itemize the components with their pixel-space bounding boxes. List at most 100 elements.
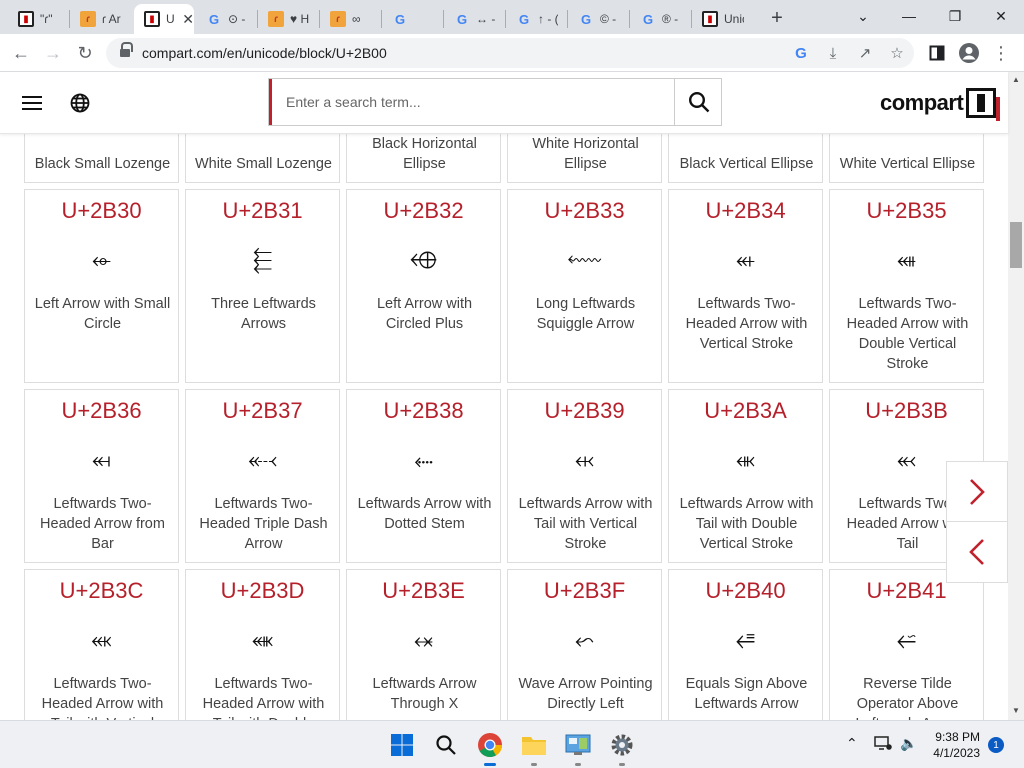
character-name: Leftwards Two-Headed Arrow with Tail wit… [41,676,164,720]
google-favicon-icon: G [456,11,468,27]
character-code[interactable]: U+2B37 [186,398,339,424]
clock[interactable]: 9:38 PM 4/1/2023 [924,729,980,761]
character-card[interactable]: U+2B3C ⬼ Leftwards Two-Headed Arrow with T… [24,569,179,720]
character-card[interactable]: U+2B38 ⬸ Leftwards Arrow with Dotted Stem [346,389,501,563]
browser-tab[interactable]: G [382,4,442,34]
character-code[interactable]: U+2B31 [186,198,339,224]
character-code[interactable]: U+2B34 [669,198,822,224]
search-input[interactable] [272,79,674,125]
minimize-button[interactable]: — [886,0,932,32]
windows-start-icon[interactable] [386,729,418,761]
character-card[interactable]: U+2B34 ⬴ Leftwards Two-Headed Arrow with V… [668,189,823,383]
character-name: Leftwards Two-Headed Arrow with Double V… [846,296,969,372]
hamburger-menu-icon[interactable] [22,96,42,110]
address-bar[interactable]: compart.com/en/unicode/block/U+2B00 G ⤓ … [106,38,914,68]
scroll-up-icon[interactable]: ▲ [1012,75,1020,84]
scroll-down-icon[interactable]: ▼ [1012,706,1020,715]
bookmark-star-icon[interactable]: ☆ [886,42,908,64]
character-code[interactable]: U+2B36 [25,398,178,424]
character-name: Leftwards Arrow with Dotted Stem [357,496,492,532]
browser-tab[interactable]: G ↑ - ( [506,4,566,34]
character-code[interactable]: U+2B40 [669,578,822,604]
character-card[interactable]: U+2B3F ⬿ Wave Arrow Pointing Directly Left [507,569,662,720]
character-code[interactable]: U+2B39 [508,398,661,424]
character-code[interactable]: U+2B3C [25,578,178,604]
character-code[interactable]: U+2B3B [830,398,983,424]
character-code[interactable]: U+2B3D [186,578,339,604]
character-code[interactable]: U+2B38 [347,398,500,424]
compart-favicon-icon: ▮ [702,11,718,27]
browser-tab[interactable]: G ⊙ - [196,4,256,34]
menu-kebab-icon[interactable]: ⋮ [988,40,1014,66]
forward-button[interactable]: → [40,40,66,66]
browser-tab[interactable]: ▮ Unic [692,4,756,34]
close-window-button[interactable]: ✕ [978,0,1024,32]
tab-search-button[interactable]: ⌄ [840,0,886,32]
back-button[interactable]: ← [8,40,34,66]
show-hidden-icons-chevron-icon[interactable]: ⌃ [846,735,858,752]
compart-logo[interactable]: compart [880,86,1001,121]
character-card[interactable]: U+2B3D ⬽ Leftwards Two-Headed Arrow with T… [185,569,340,720]
notification-badge[interactable]: 1 [988,737,1004,753]
settings-gear-icon[interactable] [606,729,638,761]
character-card[interactable]: U+2B35 ⬵ Leftwards Two-Headed Arrow with D… [829,189,984,383]
browser-tab[interactable]: ɾ ♥ H [258,4,318,34]
explorer-running-indicator [531,763,537,766]
google-lens-icon[interactable]: G [790,42,812,64]
reload-button[interactable]: ↻ [72,40,98,66]
logo-mark [966,88,1001,121]
character-code[interactable]: U+2B33 [508,198,661,224]
character-card[interactable]: U+2B31 ⬱ Three Leftwards Arrows [185,189,340,383]
volume-icon[interactable]: 🔈 [900,735,917,752]
character-code[interactable]: U+2B3F [508,578,661,604]
character-name: Leftwards Arrow with Tail with Vertical … [518,496,653,552]
character-card[interactable]: U+2B30 ⬰ Left Arrow with Small Circle [24,189,179,383]
previous-button[interactable] [946,521,1008,583]
clock-time: 9:38 PM [935,730,980,744]
install-app-icon[interactable]: ⤓ [822,42,844,64]
browser-tab[interactable]: ɾ ∞ [320,4,380,34]
new-tab-button[interactable]: + [764,5,790,31]
character-code[interactable]: U+2B3E [347,578,500,604]
character-card[interactable]: U+2B41⭁Reverse Tilde Operator Above Left… [829,569,984,720]
profile-avatar[interactable] [956,40,982,66]
character-card[interactable]: U+2B36 ⬶ Leftwards Two-Headed Arrow from B… [24,389,179,563]
character-name: Three Leftwards Arrows [211,296,316,332]
character-card[interactable]: U+2B32 ⬲ Left Arrow with Circled Plus [346,189,501,383]
character-card[interactable]: U+2B40 ⭀ Equals Sign Above Leftwards Arrow [668,569,823,720]
page-viewport: Black Small Lozenge White Small Lozenge Bl… [0,72,1024,720]
search-button[interactable] [674,79,722,125]
character-code[interactable]: U+2B35 [830,198,983,224]
lock-icon[interactable] [120,42,133,58]
chrome-icon[interactable] [474,729,506,761]
scrollbar-thumb[interactable] [1010,222,1022,268]
browser-tab[interactable]: G ® - [630,4,690,34]
character-code[interactable]: U+2B3A [669,398,822,424]
character-card[interactable]: U+2B37 ⬷ Leftwards Two-Headed Triple Dash … [185,389,340,563]
file-explorer-icon[interactable] [518,729,550,761]
orange-favicon-icon: ɾ [80,11,96,27]
browser-tab[interactable]: G © - [568,4,628,34]
close-tab-icon[interactable]: ✕ [182,11,194,28]
side-panel-icon[interactable] [924,40,950,66]
share-icon[interactable]: ↗ [854,42,876,64]
browser-tab[interactable]: ɾ ɾ Ar [70,4,132,34]
character-code[interactable]: U+2B32 [347,198,500,224]
maximize-button[interactable]: ❐ [932,0,978,32]
page-scrollbar[interactable]: ▲ ▼ [1008,72,1024,720]
browser-tab[interactable]: G ↔ - [444,4,504,34]
control-panel-icon[interactable] [562,729,594,761]
character-code[interactable]: U+2B30 [25,198,178,224]
globe-language-icon[interactable] [70,93,90,113]
character-card[interactable]: U+2B3E ⬾ Leftwards Arrow Through X [346,569,501,720]
character-card[interactable]: U+2B33 ⬳ Long Leftwards Squiggle Arrow [507,189,662,383]
search-icon[interactable] [430,729,462,761]
site-search [268,78,722,126]
network-icon[interactable] [874,735,892,754]
browser-tab[interactable]: ▮ "ɾ" [8,4,68,34]
url-text[interactable]: compart.com/en/unicode/block/U+2B00 [142,45,387,61]
character-card[interactable]: U+2B39 ⬹ Leftwards Arrow with Tail with Ve… [507,389,662,563]
next-button[interactable] [946,461,1008,523]
character-card[interactable]: U+2B3A ⬺ Leftwards Arrow with Tail with Do… [668,389,823,563]
browser-tab[interactable]: ▮ U ✕ [134,4,194,34]
